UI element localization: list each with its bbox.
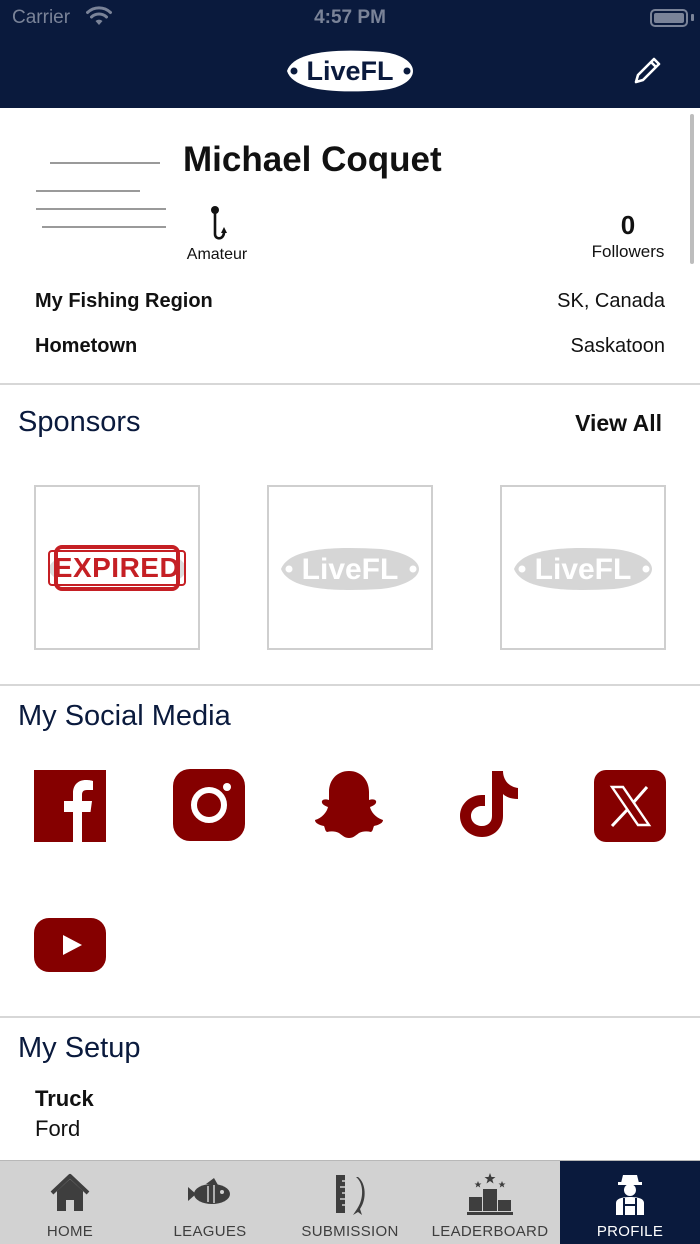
divider bbox=[0, 684, 700, 686]
hometown-value: Saskatoon bbox=[570, 335, 665, 357]
setup-item-label: Truck bbox=[35, 1086, 94, 1111]
x-twitter-icon[interactable] bbox=[594, 770, 666, 842]
youtube-icon[interactable] bbox=[34, 912, 106, 984]
status-bar: Carrier 4:57 PM bbox=[0, 0, 700, 36]
divider bbox=[0, 1016, 700, 1018]
scroll-indicator[interactable] bbox=[690, 114, 694, 264]
tiktok-icon[interactable] bbox=[454, 768, 526, 840]
setup-title: My Setup bbox=[18, 1032, 141, 1064]
snapchat-icon[interactable] bbox=[313, 768, 385, 840]
facebook-icon[interactable] bbox=[34, 770, 106, 842]
svg-text:LiveFL: LiveFL bbox=[302, 553, 399, 586]
sponsor-card[interactable]: LiveFL bbox=[500, 485, 666, 650]
tab-bar: HOME LEAGUES SUBMISSION LEADERBOARD PROF… bbox=[0, 1160, 700, 1244]
angler-icon bbox=[616, 1175, 644, 1215]
followers-label[interactable]: Followers bbox=[580, 242, 676, 262]
rank-label: Amateur bbox=[186, 246, 248, 263]
avatar bbox=[32, 148, 172, 244]
sponsor-logo: LiveFL bbox=[514, 548, 652, 590]
hometown-label: Hometown bbox=[35, 335, 138, 357]
tab-submission[interactable]: SUBMISSION bbox=[280, 1161, 420, 1244]
svg-text:LiveFL: LiveFL bbox=[535, 553, 632, 586]
battery-icon bbox=[650, 9, 688, 27]
livefl-logo: LiveFL bbox=[287, 50, 413, 92]
ruler-fish-icon bbox=[336, 1175, 365, 1215]
user-name: Michael Coquet bbox=[183, 140, 442, 179]
logo-text: LiveFL bbox=[306, 56, 393, 86]
expired-stamp: EXPIRED bbox=[47, 545, 187, 591]
divider bbox=[0, 383, 700, 385]
sponsor-card[interactable]: LiveFL bbox=[267, 485, 433, 650]
tab-leagues[interactable]: LEAGUES bbox=[140, 1161, 280, 1244]
fishing-region-label: My Fishing Region bbox=[35, 290, 213, 312]
fish-icon bbox=[188, 1178, 230, 1204]
instagram-icon[interactable] bbox=[173, 769, 245, 841]
fishing-region-value: SK, Canada bbox=[557, 290, 665, 312]
home-icon bbox=[50, 1174, 90, 1211]
tab-leaderboard[interactable]: LEADERBOARD bbox=[420, 1161, 560, 1244]
app-header: Carrier 4:57 PM LiveFL bbox=[0, 0, 700, 108]
sponsor-logo: LiveFL bbox=[281, 548, 419, 590]
setup-item-value: Ford bbox=[35, 1116, 81, 1141]
fishing-hook-icon bbox=[211, 206, 227, 240]
sponsor-card[interactable]: EXPIRED bbox=[34, 485, 200, 650]
podium-icon bbox=[467, 1173, 513, 1215]
view-all-link[interactable]: View All bbox=[575, 410, 662, 437]
followers-count[interactable]: 0 bbox=[590, 210, 666, 241]
tab-home[interactable]: HOME bbox=[0, 1161, 140, 1244]
sponsors-title: Sponsors bbox=[18, 406, 141, 438]
status-time: 4:57 PM bbox=[314, 7, 386, 28]
pencil-icon[interactable] bbox=[630, 54, 664, 88]
tab-profile[interactable]: PROFILE bbox=[560, 1161, 700, 1244]
social-media-title: My Social Media bbox=[18, 700, 231, 732]
